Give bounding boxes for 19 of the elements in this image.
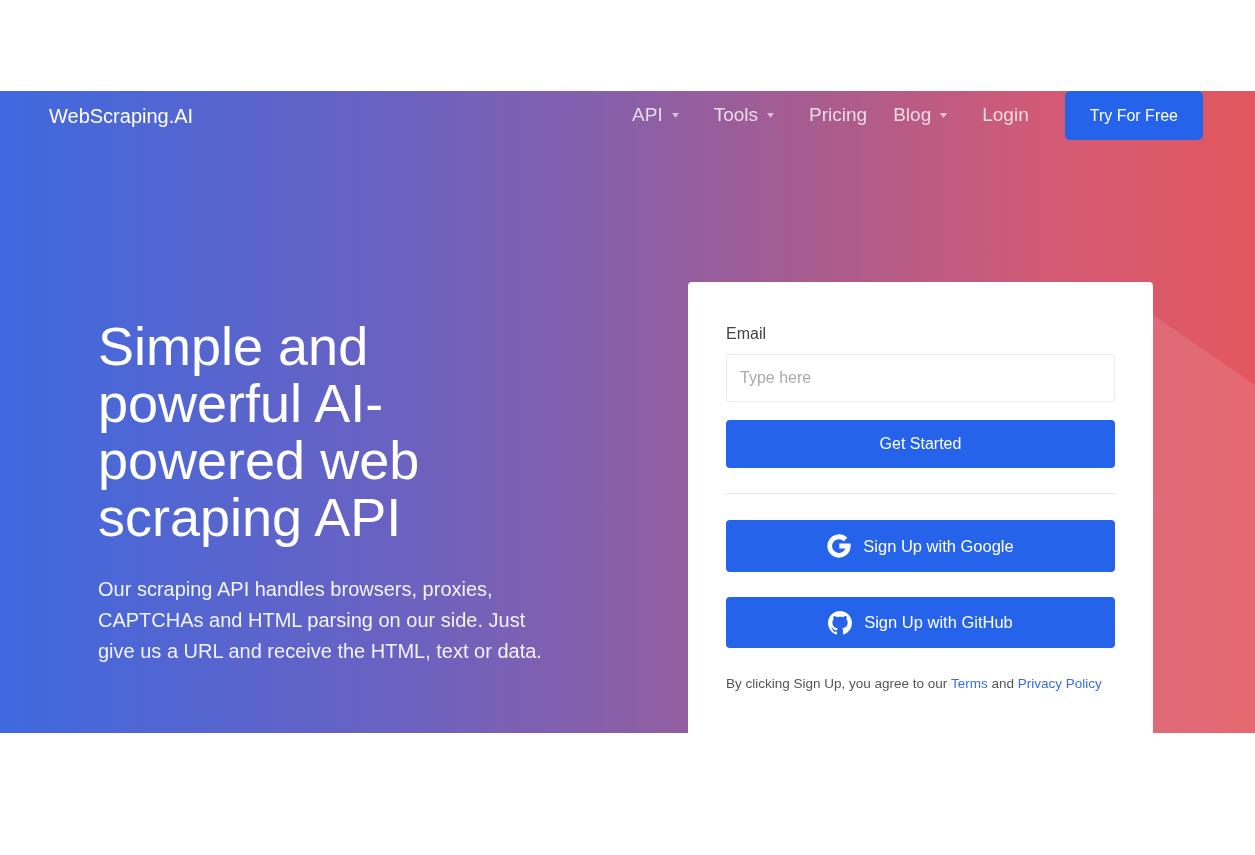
nav-dropdown-link[interactable]: API — [619, 104, 701, 127]
nav-link-item[interactable]: Pricing — [796, 104, 881, 127]
brand-logo-link[interactable]: WebScraping.AI — [49, 103, 194, 128]
hero-description: Our scraping API handles browsers, proxies, CAPTCHAs and HTML parsing on our side. Just give us a URL and receive the HTML, text or data. — [98, 577, 543, 664]
consent-link[interactable]: Terms — [950, 676, 988, 691]
nav-link-item[interactable]: Login — [969, 104, 1042, 127]
email-label: Email — [726, 324, 766, 344]
nav-dropdown-link[interactable]: Blog — [880, 104, 970, 127]
sign-up-google-button[interactable]: Sign Up with Google — [726, 520, 1115, 572]
get-started-button[interactable]: Get Started — [726, 420, 1115, 468]
hero-heading: Simple and powerful AI-powered web scraping API — [98, 318, 421, 546]
email-input-field[interactable]: Type here — [726, 354, 1115, 402]
google-icon — [827, 534, 852, 558]
consent-text: By clicking Sign Up, you agree to our Terms and Privacy Policy — [726, 675, 1103, 693]
sign-up-github-button[interactable]: Sign Up with GitHub — [726, 597, 1115, 648]
github-icon — [828, 610, 853, 635]
consent-link[interactable]: Privacy Policy — [1017, 676, 1102, 691]
nav-dropdown-link[interactable]: Tools — [700, 104, 797, 127]
try-for-free-button[interactable]: Try For Free — [1064, 91, 1203, 140]
